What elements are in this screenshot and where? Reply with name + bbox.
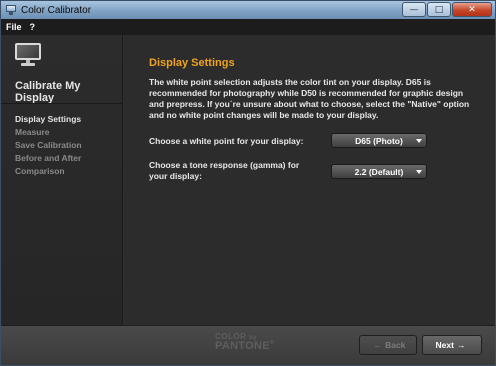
pantone-logo: COLOR by PANTONE®	[215, 332, 275, 352]
arrow-right-icon: →	[456, 340, 466, 350]
chevron-down-icon	[416, 139, 422, 143]
next-button[interactable]: Next →	[422, 335, 482, 355]
white-point-value: D65 (Photo)	[355, 135, 403, 146]
step-measure: Measure	[15, 127, 50, 137]
step-display-settings[interactable]: Display Settings	[15, 113, 119, 126]
description-text: The white point selection adjusts the co…	[149, 77, 470, 120]
tone-response-dropdown[interactable]: 2.2 (Default)	[331, 164, 427, 179]
caption-buttons: — □ ✕	[402, 2, 492, 17]
section-title: Display Settings	[149, 57, 235, 69]
sidebar-title: Calibrate My Display	[15, 80, 81, 104]
window-title: Color Calibrator	[21, 4, 92, 16]
monitor-icon	[5, 4, 17, 16]
footer: COLOR by PANTONE® ← Back Next →	[1, 325, 495, 365]
main-panel: Display Settings The white point selecti…	[124, 35, 495, 325]
app-window: Color Calibrator — □ ✕ File ? Calibrate …	[0, 0, 496, 366]
minimize-button[interactable]: —	[402, 2, 426, 17]
back-label: Back	[385, 340, 406, 350]
tone-response-label: Choose a tone response (gamma) for your …	[149, 160, 300, 181]
step-list: Display Settings Measure Save Calibratio…	[15, 113, 119, 178]
step-before-after-comparison: Before and After Comparison	[15, 153, 82, 176]
menu-bar: File ?	[1, 19, 495, 35]
step-save-calibration: Save Calibration	[15, 140, 82, 150]
title-bar[interactable]: Color Calibrator — □ ✕	[1, 1, 495, 19]
maximize-button[interactable]: □	[427, 2, 451, 17]
arrow-left-icon: ←	[373, 340, 383, 350]
sidebar-divider	[1, 103, 123, 104]
sidebar: Calibrate My Display Display Settings Me…	[1, 35, 123, 325]
chevron-down-icon	[416, 170, 422, 174]
white-point-label: Choose a white point for your display:	[149, 136, 304, 146]
close-button[interactable]: ✕	[452, 2, 492, 17]
content-area: Calibrate My Display Display Settings Me…	[1, 35, 495, 325]
display-icon	[15, 43, 41, 67]
tone-response-value: 2.2 (Default)	[354, 166, 404, 177]
white-point-dropdown[interactable]: D65 (Photo)	[331, 133, 427, 148]
back-button[interactable]: ← Back	[359, 335, 417, 355]
menu-help[interactable]: ?	[30, 22, 36, 32]
menu-file[interactable]: File	[6, 22, 22, 32]
next-label: Next	[435, 340, 454, 350]
